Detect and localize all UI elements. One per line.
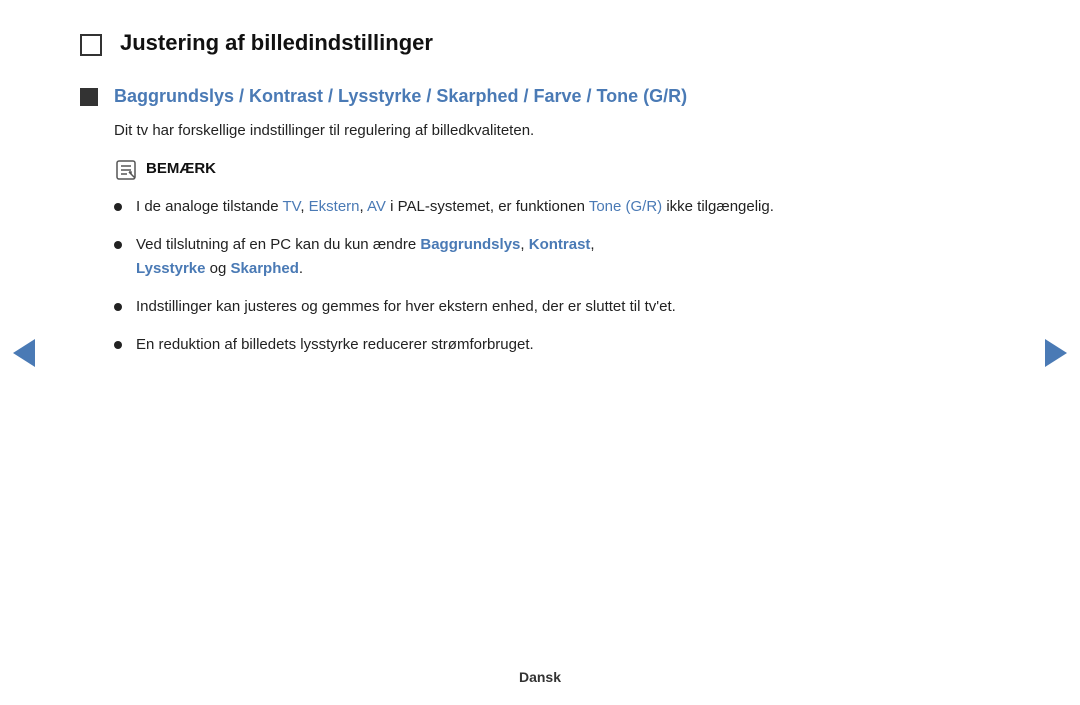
nav-right-button[interactable]: [1042, 339, 1070, 367]
bullet-dot: [114, 203, 122, 211]
bullet-dot: [114, 241, 122, 249]
page-title: Justering af billedindstillinger: [120, 30, 433, 56]
nav-left-button[interactable]: [10, 339, 38, 367]
list-item: Indstillinger kan justeres og gemmes for…: [114, 295, 1000, 319]
link-skarphed: Skarphed: [231, 260, 299, 277]
link-tone-gr: Tone (G/R): [589, 198, 662, 215]
bullet-list: I de analoge tilstande TV, Ekstern, AV i…: [114, 195, 1000, 357]
left-arrow-icon: [13, 339, 35, 367]
page-title-row: Justering af billedindstillinger: [80, 30, 1000, 56]
note-box: BEMÆRK: [114, 157, 1000, 181]
bullet-text-3: Indstillinger kan justeres og gemmes for…: [136, 295, 676, 319]
link-ekstern: Ekstern: [309, 198, 360, 215]
section-bullet: [80, 88, 98, 106]
section-heading: Baggrundslys / Kontrast / Lysstyrke / Sk…: [114, 84, 1000, 109]
bullet-text-4: En reduktion af billedets lysstyrke redu…: [136, 333, 534, 357]
note-label: BEMÆRK: [146, 157, 216, 181]
link-baggrundslys: Baggrundslys: [420, 236, 520, 253]
list-item: I de analoge tilstande TV, Ekstern, AV i…: [114, 195, 1000, 219]
link-lysstyrke: Lysstyrke: [136, 260, 206, 277]
bullet-text-2: Ved tilslutning af en PC kan du kun ændr…: [136, 233, 595, 281]
main-section: Baggrundslys / Kontrast / Lysstyrke / Sk…: [80, 84, 1000, 371]
footer-language: Dansk: [0, 669, 1080, 685]
bullet-dot: [114, 341, 122, 349]
note-icon: [114, 158, 138, 182]
page-container: Justering af billedindstillinger Baggrun…: [0, 0, 1080, 705]
section-content: Baggrundslys / Kontrast / Lysstyrke / Sk…: [114, 84, 1000, 371]
right-arrow-icon: [1045, 339, 1067, 367]
link-kontrast: Kontrast: [529, 236, 591, 253]
list-item: En reduktion af billedets lysstyrke redu…: [114, 333, 1000, 357]
checkbox-icon: [80, 34, 102, 56]
bullet-text-1: I de analoge tilstande TV, Ekstern, AV i…: [136, 195, 774, 219]
section-description: Dit tv har forskellige indstillinger til…: [114, 119, 1000, 143]
list-item: Ved tilslutning af en PC kan du kun ændr…: [114, 233, 1000, 281]
bullet-dot: [114, 303, 122, 311]
heading-text: Baggrundslys / Kontrast / Lysstyrke / Sk…: [114, 86, 687, 106]
link-av: AV: [367, 198, 386, 215]
link-tv: TV: [283, 198, 301, 215]
